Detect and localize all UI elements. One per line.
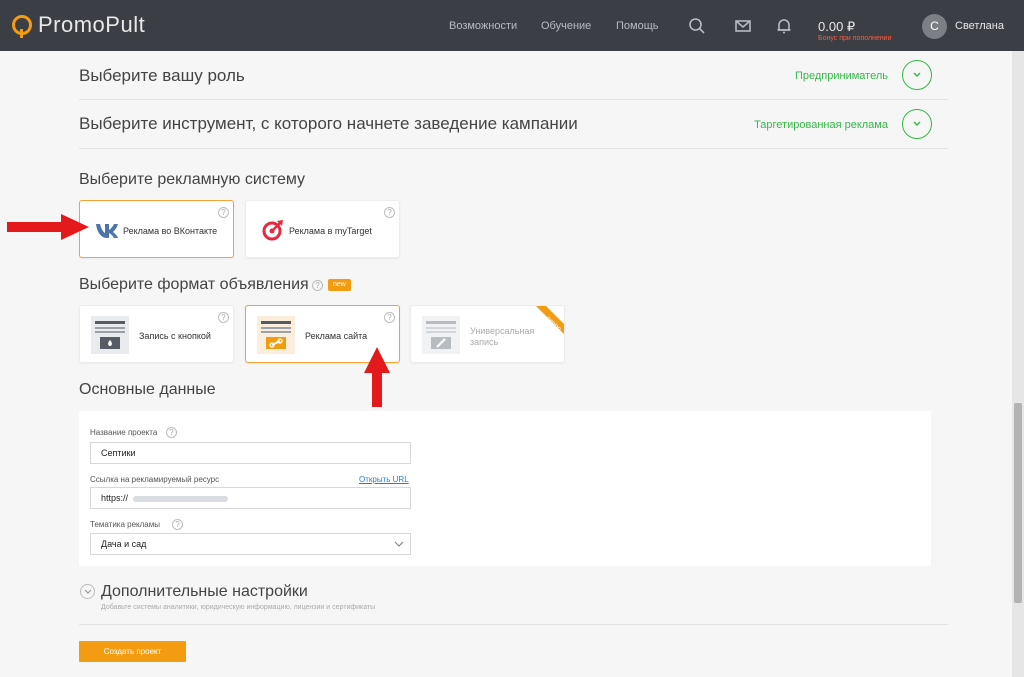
help-icon[interactable]: ? [384,207,395,218]
help-icon[interactable]: ? [172,519,183,530]
url-label: Ссылка на рекламируемый ресурс [90,475,220,484]
basic-data-form: Название проекта ? Септики Ссылка на рек… [79,411,931,566]
promopult-logo[interactable]: PromoPult [12,12,145,38]
universal-post-icon [422,316,460,354]
ad-system-mytarget-card[interactable]: Реклама в myTarget ? [245,200,400,258]
avatar[interactable]: С [922,14,947,39]
site-ad-icon [257,316,295,354]
help-icon[interactable]: ? [218,207,229,218]
project-name-input[interactable]: Септики [90,442,411,464]
mail-icon[interactable] [734,17,752,35]
role-value[interactable]: Предприниматель [795,70,888,82]
annotation-arrow-right [7,214,89,240]
role-expand-button[interactable] [902,60,932,90]
ad-system-vk-label: Реклама во ВКонтакте [123,226,218,236]
ad-format-title: Выберите формат объявления [79,276,309,293]
post-button-icon [91,316,129,354]
advanced-expand-button[interactable] [80,584,95,599]
role-title: Выберите вашу роль [79,66,245,85]
divider [79,624,948,625]
nav-features[interactable]: Возможности [449,20,517,32]
help-icon[interactable]: ? [384,312,395,323]
chevron-down-icon [394,541,404,547]
ad-format-site-ad-label: Реклама сайта [305,331,368,341]
scrollbar[interactable] [1012,51,1024,677]
nav-help[interactable]: Помощь [616,20,659,32]
create-project-button[interactable]: Создать проект [79,641,186,662]
vk-icon [96,224,118,238]
topic-label: Тематика рекламы [90,520,160,529]
search-icon[interactable] [688,17,706,35]
chevron-down-icon [913,72,921,77]
help-icon[interactable]: ? [218,312,229,323]
ad-system-vk-card[interactable]: Реклама во ВКонтакте ? [79,200,234,258]
bonus-text[interactable]: Бонус при пополнении [818,35,892,42]
url-blurred [132,495,228,502]
top-navbar: PromoPult Возможности Обучение Помощь 0.… [0,0,1024,51]
ribbon-label: скоро [544,315,562,333]
username[interactable]: Светлана [955,20,1004,32]
chevron-down-icon [84,589,92,594]
scrollbar-thumb[interactable] [1014,403,1022,603]
coming-soon-ribbon: скоро [536,306,564,334]
tool-value[interactable]: Таргетированная реклама [754,119,888,131]
topic-select-value: Дача и сад [101,539,147,549]
tool-expand-button[interactable] [902,109,932,139]
basic-data-title: Основные данные [79,381,216,398]
ad-system-title: Выберите рекламную систему [79,171,306,188]
ad-format-universal-card: Универсальная запись скоро [410,305,565,363]
balance[interactable]: 0.00 ₽ [818,19,855,35]
logo-mark-icon [12,15,32,38]
project-name-label: Название проекта [90,428,158,437]
help-icon[interactable]: ? [312,280,323,291]
advanced-subtitle: Добавьте системы аналитики, юридическую … [101,604,376,611]
bell-icon[interactable] [775,17,793,35]
annotation-arrow-up [364,347,390,407]
open-url-link[interactable]: Открыть URL [359,475,409,484]
nav-learning[interactable]: Обучение [541,20,591,32]
mytarget-icon [262,220,283,241]
ad-format-universal-label: Универсальная запись [470,326,535,347]
url-input-text: https:// [101,493,129,503]
chevron-down-icon [913,121,921,126]
ad-format-post-button-card[interactable]: Запись с кнопкой ? [79,305,234,363]
logo-text: PromoPult [38,12,146,37]
advanced-title[interactable]: Дополнительные настройки [101,583,308,601]
help-icon[interactable]: ? [166,427,177,438]
role-row[interactable]: Выберите вашу роль Предприниматель [79,51,948,100]
ad-system-mytarget-label: Реклама в myTarget [289,226,372,236]
topic-select[interactable]: Дача и сад [90,533,411,555]
new-badge: new [328,279,351,291]
url-input[interactable]: https:// [90,487,411,509]
tool-title: Выберите инструмент, с которого начнете … [79,114,578,133]
tool-row[interactable]: Выберите инструмент, с которого начнете … [79,100,948,149]
ad-format-post-button-label: Запись с кнопкой [139,331,211,341]
